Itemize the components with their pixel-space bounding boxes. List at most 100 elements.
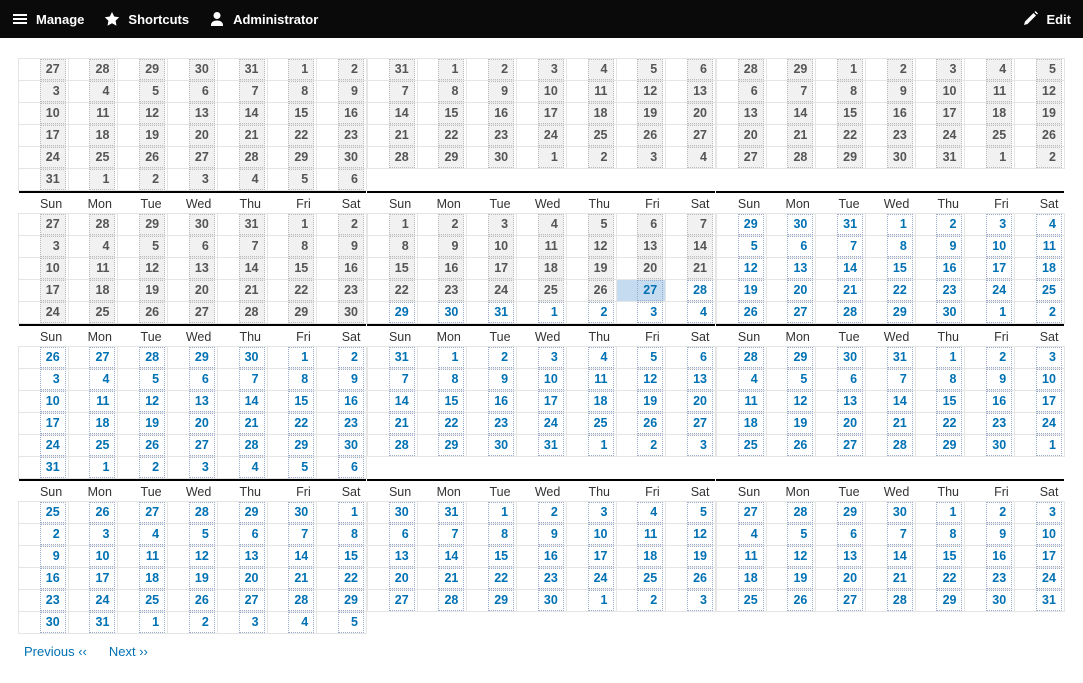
day-number[interactable]: 29: [887, 302, 913, 323]
day-number[interactable]: 29: [288, 435, 314, 456]
calendar-day-cell[interactable]: 27: [716, 502, 766, 524]
day-number[interactable]: 28: [837, 302, 863, 323]
calendar-day-cell[interactable]: 20: [217, 568, 267, 590]
day-number[interactable]: 26: [40, 347, 66, 368]
day-number[interactable]: 9: [488, 369, 514, 390]
day-number[interactable]: 14: [887, 391, 913, 412]
day-number[interactable]: 3: [40, 369, 66, 390]
calendar-day-cell[interactable]: 5: [616, 347, 666, 369]
day-number[interactable]: 30: [787, 214, 813, 235]
day-number[interactable]: 21: [837, 280, 863, 301]
day-number[interactable]: 16: [936, 258, 962, 279]
calendar-day-cell[interactable]: 16: [517, 546, 567, 568]
calendar-day-cell[interactable]: 15: [467, 546, 517, 568]
calendar-day-cell[interactable]: 31: [517, 435, 567, 457]
day-number[interactable]: 28: [239, 435, 265, 456]
calendar-day-cell[interactable]: 27: [766, 302, 816, 324]
calendar-day-cell[interactable]: 23: [965, 568, 1015, 590]
calendar-day-cell[interactable]: 6: [666, 347, 716, 369]
calendar-day-cell[interactable]: 16: [965, 391, 1015, 413]
calendar-day-cell[interactable]: 7: [866, 524, 916, 546]
calendar-day-cell[interactable]: 8: [915, 524, 965, 546]
calendar-day-cell[interactable]: 3: [217, 612, 267, 634]
day-number[interactable]: 1: [588, 590, 614, 611]
calendar-day-cell[interactable]: 1: [915, 502, 965, 524]
calendar-day-cell[interactable]: 25: [1015, 280, 1065, 302]
calendar-day-cell[interactable]: 25: [19, 502, 69, 524]
calendar-day-cell[interactable]: 27: [217, 590, 267, 612]
day-number[interactable]: 2: [1036, 302, 1062, 323]
calendar-day-cell[interactable]: 1: [566, 590, 616, 612]
calendar-day-cell[interactable]: 11: [716, 546, 766, 568]
day-number[interactable]: 14: [887, 546, 913, 567]
day-number[interactable]: 12: [637, 369, 663, 390]
day-number[interactable]: 16: [986, 546, 1012, 567]
calendar-day-cell[interactable]: 8: [417, 369, 467, 391]
calendar-day-cell[interactable]: 24: [19, 435, 69, 457]
day-number[interactable]: 21: [389, 413, 415, 434]
day-number[interactable]: 6: [189, 369, 215, 390]
day-number[interactable]: 13: [837, 391, 863, 412]
day-number[interactable]: 12: [787, 391, 813, 412]
calendar-day-cell[interactable]: 2: [1015, 302, 1065, 324]
day-number[interactable]: 11: [738, 546, 764, 567]
calendar-day-cell[interactable]: 5: [118, 369, 168, 391]
calendar-day-cell[interactable]: 8: [866, 236, 916, 258]
day-number[interactable]: 1: [139, 612, 165, 633]
calendar-day-cell[interactable]: 27: [367, 590, 417, 612]
day-number[interactable]: 8: [488, 524, 514, 545]
calendar-day-cell[interactable]: 6: [766, 236, 816, 258]
day-number[interactable]: 27: [139, 502, 165, 523]
day-number[interactable]: 26: [139, 435, 165, 456]
day-number[interactable]: 16: [538, 546, 564, 567]
calendar-day-cell[interactable]: 19: [118, 413, 168, 435]
shortcuts-menu[interactable]: Shortcuts: [104, 11, 189, 27]
calendar-day-cell[interactable]: 28: [766, 502, 816, 524]
day-number[interactable]: 10: [588, 524, 614, 545]
day-number[interactable]: 30: [438, 302, 464, 323]
day-number[interactable]: 20: [389, 568, 415, 589]
day-number[interactable]: 3: [189, 457, 215, 478]
day-number[interactable]: 8: [936, 524, 962, 545]
day-number[interactable]: 25: [1036, 280, 1062, 301]
day-number[interactable]: 23: [986, 413, 1012, 434]
day-number[interactable]: 28: [189, 502, 215, 523]
day-number[interactable]: 28: [687, 280, 713, 301]
day-number[interactable]: 1: [89, 457, 115, 478]
day-number[interactable]: 7: [389, 369, 415, 390]
calendar-day-cell[interactable]: 31: [68, 612, 118, 634]
day-number[interactable]: 12: [687, 524, 713, 545]
calendar-day-cell[interactable]: 20: [766, 280, 816, 302]
calendar-day-cell[interactable]: 19: [616, 391, 666, 413]
calendar-day-cell[interactable]: 27: [816, 590, 866, 612]
calendar-day-cell[interactable]: 1: [68, 457, 118, 479]
calendar-day-cell[interactable]: 8: [915, 369, 965, 391]
day-number[interactable]: 5: [189, 524, 215, 545]
day-number[interactable]: 5: [738, 236, 764, 257]
calendar-day-cell[interactable]: 17: [965, 258, 1015, 280]
calendar-day-cell[interactable]: 3: [1015, 502, 1065, 524]
day-number[interactable]: 23: [986, 568, 1012, 589]
day-number[interactable]: 10: [40, 391, 66, 412]
calendar-day-cell[interactable]: 28: [118, 347, 168, 369]
calendar-day-cell[interactable]: 30: [766, 214, 816, 236]
day-number[interactable]: 4: [239, 457, 265, 478]
calendar-day-cell[interactable]: 1: [517, 302, 567, 324]
calendar-day-cell[interactable]: 5: [716, 236, 766, 258]
calendar-day-cell[interactable]: 14: [417, 546, 467, 568]
calendar-day-cell[interactable]: 26: [766, 590, 816, 612]
day-number[interactable]: 17: [40, 413, 66, 434]
day-number[interactable]: 21: [887, 568, 913, 589]
day-number[interactable]: 2: [637, 435, 663, 456]
day-number[interactable]: 1: [887, 214, 913, 235]
calendar-day-cell[interactable]: 7: [417, 524, 467, 546]
day-number[interactable]: 15: [887, 258, 913, 279]
day-number[interactable]: 10: [538, 369, 564, 390]
day-number[interactable]: 5: [787, 524, 813, 545]
day-number[interactable]: 4: [139, 524, 165, 545]
day-number[interactable]: 15: [288, 391, 314, 412]
calendar-day-cell[interactable]: 20: [816, 568, 866, 590]
calendar-day-cell[interactable]: 2: [616, 590, 666, 612]
calendar-day-cell[interactable]: 19: [666, 546, 716, 568]
calendar-day-cell[interactable]: 14: [816, 258, 866, 280]
